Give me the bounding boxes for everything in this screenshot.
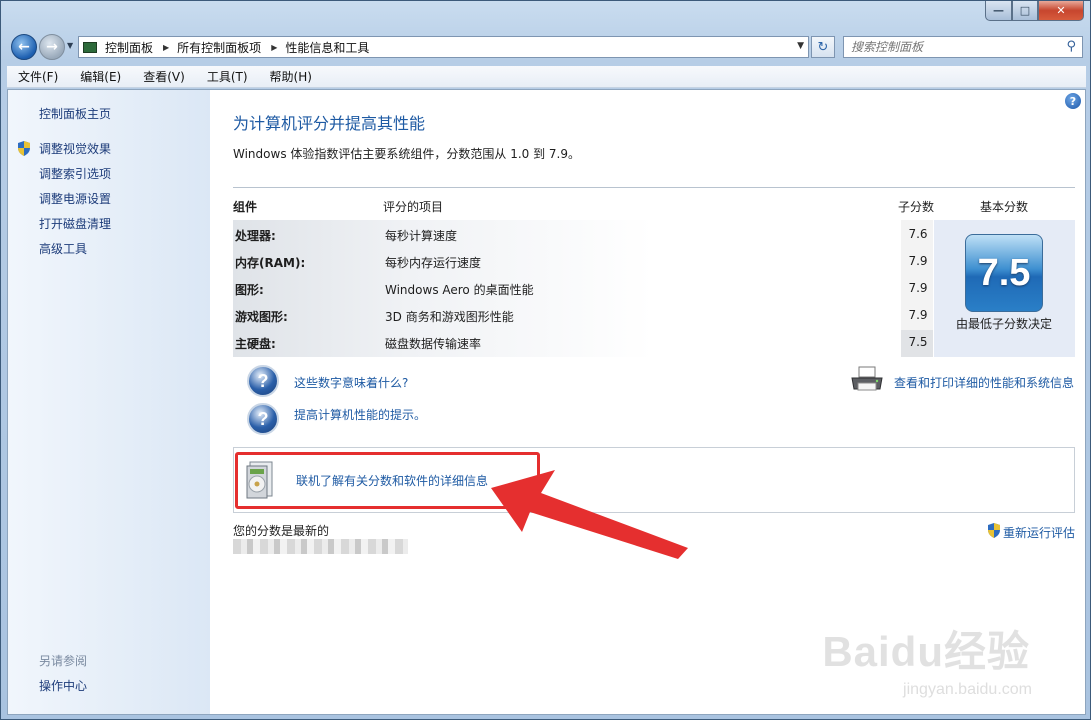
- annotation-arrow-icon: [491, 470, 688, 559]
- watermark-logo: Baidu经验: [822, 628, 1030, 675]
- control-panel-window: — □ ✕ ← → ▼ 控制面板 ▶ 所有控制面板项 ▶ 性能信息和工具 ▼ ↻…: [0, 0, 1091, 720]
- watermark-url: jingyan.baidu.com: [903, 681, 1032, 698]
